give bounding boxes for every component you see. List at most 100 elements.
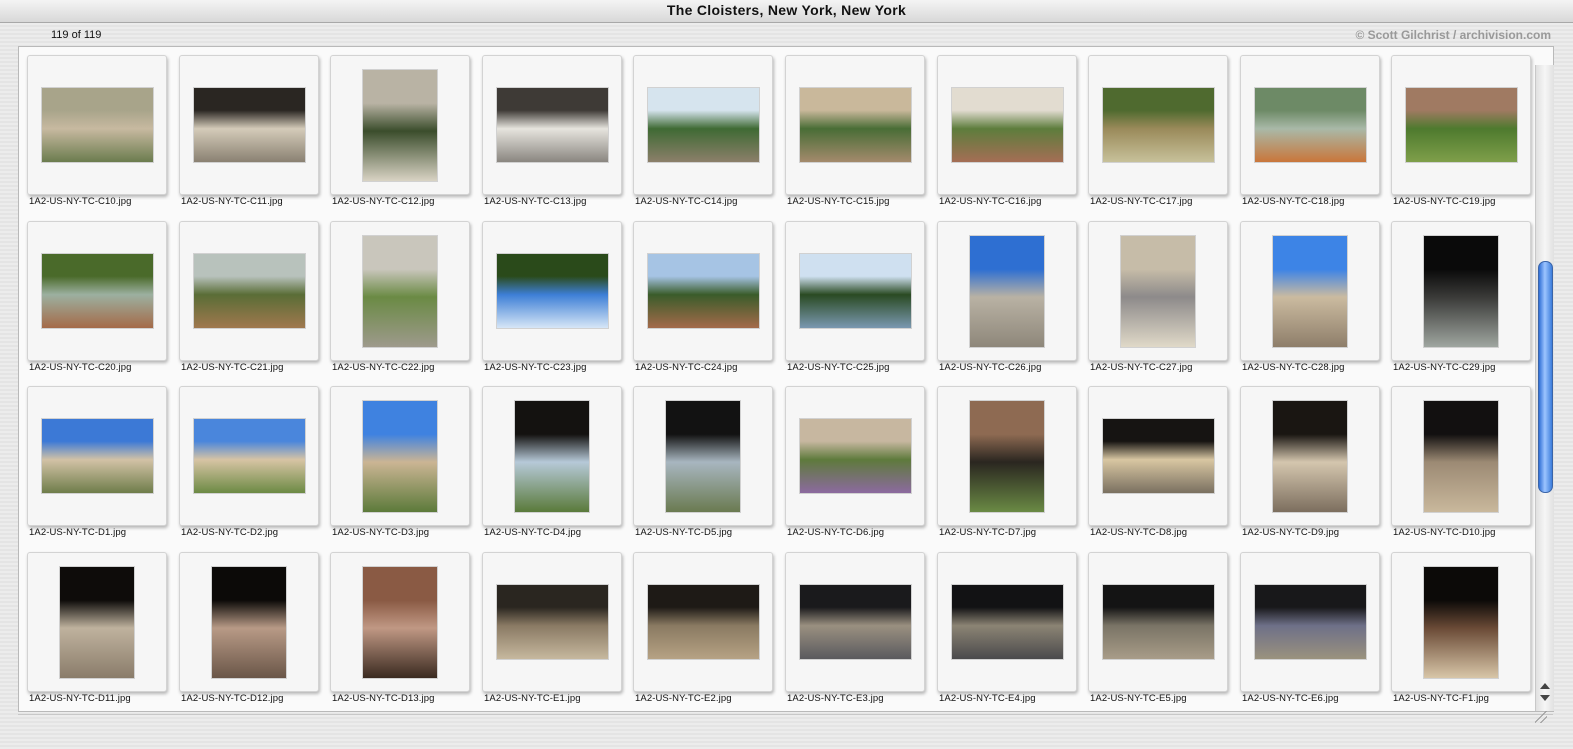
thumbnail-image[interactable] [42, 88, 153, 162]
thumbnail-image[interactable] [60, 567, 134, 678]
thumbnail-item[interactable]: 1A2-US-NY-TC-E3.jpg [779, 546, 931, 712]
thumbnail-image[interactable] [1103, 585, 1214, 659]
thumbnail-image[interactable] [497, 88, 608, 162]
thumbnail-item[interactable]: 1A2-US-NY-TC-E5.jpg [1082, 546, 1234, 712]
thumbnail-image[interactable] [800, 254, 911, 328]
thumbnail-item[interactable]: 1A2-US-NY-TC-E2.jpg [627, 546, 779, 712]
thumbnail-card[interactable] [482, 55, 622, 195]
thumbnail-card[interactable] [937, 221, 1077, 361]
thumbnail-card[interactable] [1391, 386, 1531, 526]
thumbnail-image[interactable] [648, 254, 759, 328]
thumbnail-image[interactable] [194, 419, 305, 493]
thumbnail-card[interactable] [937, 386, 1077, 526]
thumbnail-card[interactable] [1240, 552, 1380, 692]
thumbnail-card[interactable] [1088, 386, 1228, 526]
thumbnail-card[interactable] [1391, 552, 1531, 692]
thumbnail-image[interactable] [363, 401, 437, 512]
thumbnail-item[interactable]: 1A2-US-NY-TC-D2.jpg [173, 380, 325, 546]
thumbnail-image[interactable] [1103, 419, 1214, 493]
thumbnail-card[interactable] [1391, 221, 1531, 361]
scroll-up-arrow-icon[interactable] [1540, 683, 1550, 689]
thumbnail-item[interactable]: 1A2-US-NY-TC-C27.jpg [1082, 215, 1234, 381]
thumbnail-item[interactable]: 1A2-US-NY-TC-D13.jpg [324, 546, 476, 712]
thumbnail-item[interactable]: 1A2-US-NY-TC-D7.jpg [931, 380, 1083, 546]
thumbnail-image[interactable] [648, 585, 759, 659]
thumbnail-image[interactable] [1406, 88, 1517, 162]
thumbnail-image[interactable] [1103, 88, 1214, 162]
thumbnail-image[interactable] [497, 254, 608, 328]
thumbnail-image[interactable] [666, 401, 740, 512]
thumbnail-item[interactable]: 1A2-US-NY-TC-C16.jpg [931, 49, 1083, 215]
thumbnail-item[interactable]: 1A2-US-NY-TC-C17.jpg [1082, 49, 1234, 215]
thumbnail-image[interactable] [42, 419, 153, 493]
thumbnail-card[interactable] [633, 552, 773, 692]
thumbnail-image[interactable] [1255, 585, 1366, 659]
thumbnail-image[interactable] [1255, 88, 1366, 162]
thumbnail-item[interactable]: 1A2-US-NY-TC-D3.jpg [324, 380, 476, 546]
thumbnail-card[interactable] [330, 386, 470, 526]
thumbnail-image[interactable] [1424, 236, 1498, 347]
thumbnail-item[interactable]: 1A2-US-NY-TC-C18.jpg [1234, 49, 1386, 215]
thumbnail-item[interactable]: 1A2-US-NY-TC-D12.jpg [173, 546, 325, 712]
scrollbar-thumb[interactable] [1538, 261, 1553, 493]
thumbnail-item[interactable]: 1A2-US-NY-TC-D10.jpg [1385, 380, 1537, 546]
thumbnail-card[interactable] [633, 221, 773, 361]
thumbnail-item[interactable]: 1A2-US-NY-TC-C28.jpg [1234, 215, 1386, 381]
thumbnail-card[interactable] [785, 55, 925, 195]
thumbnail-image[interactable] [952, 88, 1063, 162]
thumbnail-image[interactable] [800, 585, 911, 659]
thumbnail-item[interactable]: 1A2-US-NY-TC-D4.jpg [476, 380, 628, 546]
thumbnail-item[interactable]: 1A2-US-NY-TC-C23.jpg [476, 215, 628, 381]
thumbnail-image[interactable] [212, 567, 286, 678]
thumbnail-image[interactable] [42, 254, 153, 328]
thumbnail-card[interactable] [179, 386, 319, 526]
thumbnail-item[interactable]: 1A2-US-NY-TC-E1.jpg [476, 546, 628, 712]
thumbnail-image[interactable] [970, 401, 1044, 512]
thumbnail-item[interactable]: 1A2-US-NY-TC-C14.jpg [627, 49, 779, 215]
scroll-down-arrow-icon[interactable] [1540, 695, 1550, 701]
thumbnail-item[interactable]: 1A2-US-NY-TC-E4.jpg [931, 546, 1083, 712]
thumbnail-image[interactable] [194, 88, 305, 162]
thumbnail-image[interactable] [497, 585, 608, 659]
thumbnail-item[interactable]: 1A2-US-NY-TC-C19.jpg [1385, 49, 1537, 215]
thumbnail-card[interactable] [330, 221, 470, 361]
thumbnail-card[interactable] [482, 386, 622, 526]
vertical-scrollbar[interactable] [1535, 65, 1554, 711]
thumbnail-image[interactable] [1273, 236, 1347, 347]
thumbnail-item[interactable]: 1A2-US-NY-TC-D9.jpg [1234, 380, 1386, 546]
thumbnail-image[interactable] [515, 401, 589, 512]
thumbnail-image[interactable] [363, 567, 437, 678]
thumbnail-card[interactable] [330, 55, 470, 195]
thumbnail-card[interactable] [179, 552, 319, 692]
thumbnail-item[interactable]: 1A2-US-NY-TC-C10.jpg [21, 49, 173, 215]
thumbnail-card[interactable] [1240, 55, 1380, 195]
thumbnail-card[interactable] [179, 221, 319, 361]
thumbnail-image[interactable] [800, 419, 911, 493]
thumbnail-card[interactable] [1088, 552, 1228, 692]
thumbnail-image[interactable] [648, 88, 759, 162]
thumbnail-card[interactable] [27, 55, 167, 195]
thumbnail-image[interactable] [1424, 401, 1498, 512]
thumbnail-card[interactable] [785, 552, 925, 692]
thumbnail-item[interactable]: 1A2-US-NY-TC-C26.jpg [931, 215, 1083, 381]
thumbnail-item[interactable]: 1A2-US-NY-TC-C22.jpg [324, 215, 476, 381]
thumbnail-item[interactable]: 1A2-US-NY-TC-C15.jpg [779, 49, 931, 215]
thumbnail-card[interactable] [785, 221, 925, 361]
thumbnail-card[interactable] [27, 386, 167, 526]
thumbnail-card[interactable] [633, 55, 773, 195]
thumbnail-item[interactable]: 1A2-US-NY-TC-D5.jpg [627, 380, 779, 546]
thumbnail-image[interactable] [952, 585, 1063, 659]
thumbnail-card[interactable] [330, 552, 470, 692]
thumbnail-card[interactable] [937, 55, 1077, 195]
thumbnail-card[interactable] [1240, 221, 1380, 361]
thumbnail-card[interactable] [1240, 386, 1380, 526]
thumbnail-item[interactable]: 1A2-US-NY-TC-C12.jpg [324, 49, 476, 215]
thumbnail-image[interactable] [1121, 236, 1195, 347]
thumbnail-card[interactable] [179, 55, 319, 195]
thumbnail-card[interactable] [27, 552, 167, 692]
thumbnail-image[interactable] [1424, 567, 1498, 678]
resize-grip-icon[interactable] [1535, 711, 1547, 723]
thumbnail-card[interactable] [785, 386, 925, 526]
thumbnail-card[interactable] [1088, 55, 1228, 195]
thumbnail-item[interactable]: 1A2-US-NY-TC-D8.jpg [1082, 380, 1234, 546]
